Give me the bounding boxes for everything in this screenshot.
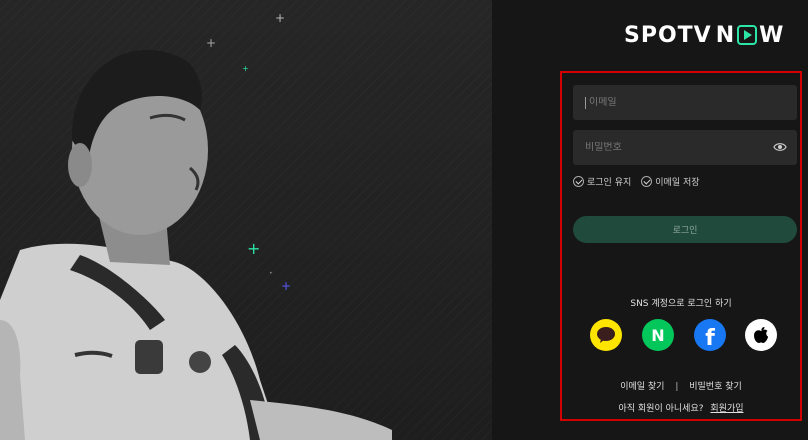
eye-icon[interactable] xyxy=(773,140,787,154)
naver-icon: N xyxy=(651,325,665,345)
sns-login-title: SNS 계정으로 로그인 하기 xyxy=(630,299,732,309)
check-circle-icon xyxy=(573,176,584,187)
login-button[interactable]: 로그인 xyxy=(573,216,797,243)
find-email-link[interactable]: 이메일 찾기 xyxy=(620,382,664,392)
find-password-link[interactable]: 비밀번호 찾기 xyxy=(689,382,742,392)
email-input[interactable] xyxy=(589,97,769,108)
save-email-label: 이메일 저장 xyxy=(655,178,700,188)
keep-logged-in-label: 로그인 유지 xyxy=(587,178,632,188)
sparkle-icon: + xyxy=(206,36,217,50)
kakao-login-button[interactable] xyxy=(590,319,622,351)
login-form xyxy=(560,71,802,421)
save-email-checkbox[interactable]: 이메일 저장 xyxy=(641,175,700,188)
signup-link[interactable]: 회원가입 xyxy=(710,404,743,414)
sparkle-icon: • xyxy=(269,270,273,277)
apple-login-button[interactable] xyxy=(745,319,777,351)
hero-image: + + + + + • xyxy=(0,0,492,440)
sparkle-icon: + xyxy=(242,64,249,73)
facebook-icon: f xyxy=(705,325,715,351)
facebook-login-button[interactable]: f xyxy=(694,319,726,351)
logo-text: N xyxy=(715,22,736,48)
play-icon xyxy=(737,25,758,45)
apple-icon xyxy=(754,327,768,343)
password-field[interactable] xyxy=(573,130,797,165)
kakao-talk-icon xyxy=(597,327,615,343)
signup-prompt: 아직 회원이 아니세요? 회원가입 xyxy=(560,401,802,414)
find-account-links: 이메일 찾기 | 비밀번호 찾기 xyxy=(560,379,802,392)
sparkle-icon: + xyxy=(275,11,286,25)
spotv-now-logo: SPOTV N W xyxy=(624,22,784,48)
email-field[interactable] xyxy=(573,85,797,120)
link-separator: | xyxy=(675,382,679,392)
keep-logged-in-checkbox[interactable]: 로그인 유지 xyxy=(573,175,631,188)
naver-login-button[interactable]: N xyxy=(642,319,674,351)
password-input[interactable] xyxy=(585,142,765,153)
text-cursor xyxy=(585,96,586,109)
check-circle-icon xyxy=(641,176,653,187)
sparkle-icon: + xyxy=(281,279,292,293)
sparkle-icon: + xyxy=(247,239,261,258)
login-options: 로그인 유지 이메일 저장 xyxy=(573,175,700,188)
not-member-text: 아직 회원이 아니세요? xyxy=(618,404,704,414)
logo-text: W xyxy=(759,22,785,48)
logo-text: SPOTV xyxy=(624,22,712,48)
